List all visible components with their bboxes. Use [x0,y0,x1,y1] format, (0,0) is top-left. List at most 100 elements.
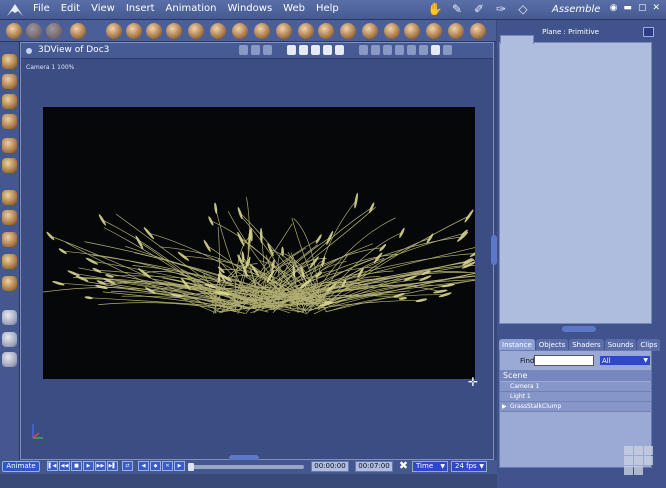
render-sphere-icon[interactable] [431,45,440,55]
x-icon[interactable]: ✖ [398,460,409,472]
animate-button[interactable]: Animate [2,461,40,472]
sphere-rotate-icon[interactable] [2,254,17,269]
rewind-icon[interactable]: ◀◀ [59,461,70,471]
move-z-icon[interactable] [2,210,17,225]
view-close-icon[interactable] [26,48,32,54]
view-tool-pointer-icon[interactable] [239,45,248,55]
minimize-icon[interactable]: ▬ [623,3,632,13]
move-icon[interactable] [2,74,17,89]
stop-icon[interactable]: ■ [71,461,82,471]
hand-tool-icon[interactable] [26,23,42,39]
gear-tool-icon[interactable] [384,23,400,39]
menu-web[interactable]: Web [280,3,313,14]
skeleton-tool-icon[interactable] [298,23,314,39]
cone-tool-icon[interactable] [188,23,204,39]
time-slider-thumb[interactable] [188,463,194,471]
light-tool-icon[interactable] [126,23,142,39]
brush-tool-icon[interactable] [70,23,86,39]
render-viewport[interactable] [29,107,564,379]
unlink-icon[interactable] [2,158,17,173]
time-slider-track[interactable] [190,465,304,469]
smooth-icon[interactable] [395,45,404,55]
delete-key-icon[interactable]: ✕ [162,461,173,471]
menu-edit[interactable]: Edit [58,3,88,14]
magic-wand-icon[interactable] [6,23,22,39]
figure-tool-icon[interactable] [232,23,248,39]
view-layout-3-icon[interactable] [311,45,320,55]
room-wand-icon[interactable]: ✑ [492,1,510,18]
scene-header[interactable]: Scene [500,370,651,381]
menu-file[interactable]: File [30,3,58,14]
list-item[interactable]: ▶ GrassStalkClump [500,402,651,412]
menu-view[interactable]: View [88,3,123,14]
sphere-tool-icon[interactable] [146,23,162,39]
select-arrow-icon[interactable] [2,54,17,69]
menu-insert[interactable]: Insert [123,3,163,14]
room-cube-icon[interactable]: ◇ [514,1,532,18]
view-tool-hierarchy-icon[interactable] [251,45,260,55]
cloud-tool-icon[interactable] [318,23,334,39]
rotate-xy-icon[interactable] [2,232,17,247]
room-brush-icon[interactable]: ✐ [470,1,488,18]
end-time-field[interactable]: 00:07:00 [355,461,393,472]
scale-icon[interactable] [2,114,17,129]
room-hand-icon[interactable]: ✋ [426,1,444,18]
textured-icon[interactable] [407,45,416,55]
menu-help[interactable]: Help [313,3,347,14]
current-time-field[interactable]: 00:00:00 [311,461,349,472]
bowl-tool-icon[interactable] [404,23,420,39]
eye-icon[interactable]: ◉ [610,3,618,13]
bulb-tool-icon[interactable] [362,23,378,39]
zoom-icon[interactable] [2,352,17,367]
terrain-tool-icon[interactable] [276,23,292,39]
room-pen-icon[interactable]: ✎ [448,1,466,18]
close-icon[interactable]: ✕ [652,3,660,13]
play-icon[interactable]: ▶ [83,461,94,471]
panel-splitter[interactable] [562,326,596,332]
preview-icon[interactable] [419,45,428,55]
fast-forward-icon[interactable]: ▶▶ [95,461,106,471]
view-layout-4-icon[interactable] [323,45,332,55]
expand-triangle-icon[interactable]: ▶ [502,402,507,412]
render-options-icon[interactable] [443,45,452,55]
view-layout-2-icon[interactable] [299,45,308,55]
shaded-icon[interactable] [383,45,392,55]
list-item[interactable]: Light 1 [500,392,651,402]
menu-animation[interactable]: Animation [163,3,225,14]
torus-tool-icon[interactable] [340,23,356,39]
time-mode-select[interactable]: Time ▼ [412,461,448,472]
next-key-icon[interactable]: ▶ [174,461,185,471]
parameters-tab[interactable] [500,35,534,44]
find-filter-select[interactable]: All ▼ [599,355,651,366]
go-start-icon[interactable]: ▌◀ [47,461,58,471]
maximize-icon[interactable]: ▢ [638,3,647,13]
rotate-icon[interactable] [2,94,17,109]
panel-toggle-icon[interactable] [643,27,654,37]
wireframe-icon[interactable] [371,45,380,55]
move-xy-icon[interactable] [2,190,17,205]
plane-tool-icon[interactable] [254,23,270,39]
fps-select[interactable]: 24 fps ▼ [451,461,487,472]
view-layout-1-icon[interactable] [287,45,296,55]
prev-key-icon[interactable]: ◀ [138,461,149,471]
cluster-tool-icon[interactable] [470,23,486,39]
view-tool-fit-icon[interactable] [263,45,272,55]
list-item[interactable]: Camera 1 [500,382,651,392]
go-end-icon[interactable]: ▶▌ [107,461,118,471]
find-input[interactable] [534,355,594,366]
cube-icon[interactable] [2,276,17,291]
pan-hand-icon[interactable] [2,332,17,347]
cylinder-tool-icon[interactable] [166,23,182,39]
camera-icon[interactable] [2,310,17,325]
link-icon[interactable] [2,138,17,153]
menu-windows[interactable]: Windows [225,3,281,14]
view-layout-5-icon[interactable] [335,45,344,55]
camera-tool-icon[interactable] [106,23,122,39]
pen-tool-icon[interactable] [46,23,62,39]
loop-icon[interactable]: ⇄ [122,461,133,471]
spike-tool-icon[interactable] [426,23,442,39]
key-icon[interactable]: ◆ [150,461,161,471]
bounding-box-icon[interactable] [359,45,368,55]
text-tool-icon[interactable] [210,23,226,39]
star-tool-icon[interactable] [448,23,464,39]
